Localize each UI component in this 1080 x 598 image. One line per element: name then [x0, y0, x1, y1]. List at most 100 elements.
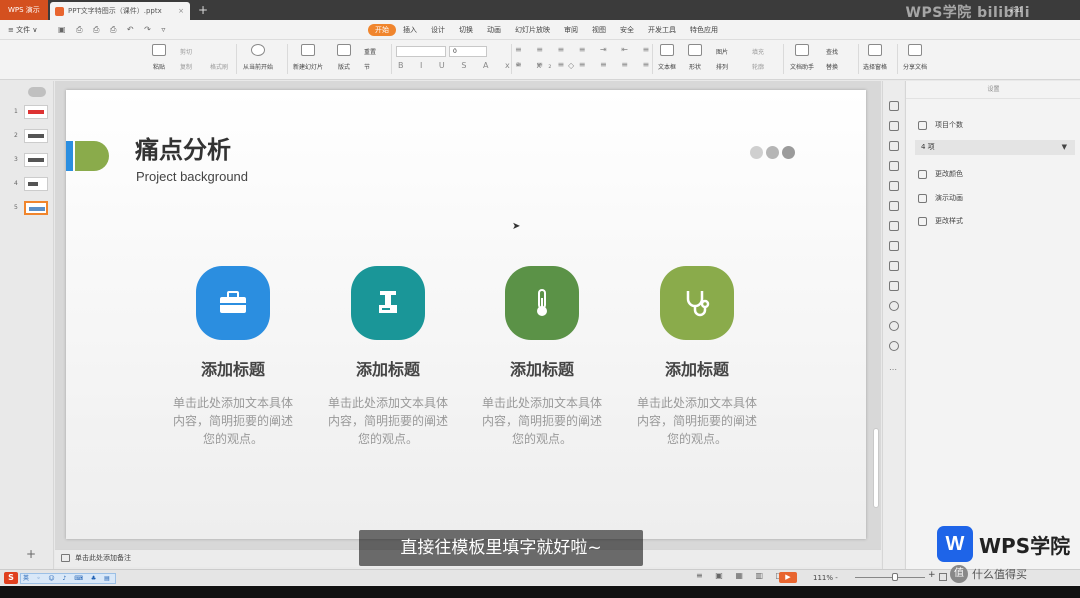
ribbon-tabs: 开始 插入 设计 切换 动画 幻灯片放映 审阅 视图 安全 开发工具 特色应用: [368, 24, 725, 36]
file-menu[interactable]: ≡ 文件 ∨: [8, 20, 37, 40]
title-bar: WPS 演示 PPT文字特图示（课件）.pptx × + 彩虹 WPS学院 bi…: [0, 0, 1080, 21]
input-method-bar[interactable]: S 英 ◦ ☺ ♪ ⌨ ♣ ▤: [4, 571, 116, 585]
new-slide-icon: [301, 44, 315, 56]
doc-assistant-button[interactable]: 文档助手: [790, 44, 814, 71]
shape-button[interactable]: 形状: [688, 44, 702, 71]
copy-icon[interactable]: [889, 121, 899, 131]
shape-icon[interactable]: [889, 141, 899, 151]
selection-pane-button[interactable]: 选择窗格: [863, 44, 887, 71]
thumbnail-slide-1[interactable]: 1: [0, 103, 54, 123]
change-color-option[interactable]: 更改颜色: [918, 169, 963, 179]
tab-review[interactable]: 审阅: [557, 24, 585, 36]
thumbnail-slide-4[interactable]: 4: [0, 175, 54, 195]
play-from-current-button[interactable]: 从当前开始: [243, 44, 273, 71]
paste-button[interactable]: 粘贴: [152, 44, 166, 71]
slide-title[interactable]: 痛点分析: [135, 130, 231, 165]
adjust-icon[interactable]: [889, 161, 899, 171]
record-icon[interactable]: [889, 301, 899, 311]
layout-icon: [337, 44, 351, 56]
thumbnail-slide-5[interactable]: 5: [0, 199, 54, 219]
favorite-icon[interactable]: [889, 201, 899, 211]
dot: [766, 146, 779, 159]
ribbon-divider: [652, 44, 653, 74]
add-slide-icon[interactable]: +: [26, 547, 36, 561]
outline-button[interactable]: 轮廓: [752, 62, 764, 71]
layout-button[interactable]: 版式: [337, 44, 351, 71]
document-tab[interactable]: PPT文字特图示（课件）.pptx ×: [50, 2, 190, 20]
thumbnail-slide-2[interactable]: 2: [0, 127, 54, 147]
quick-access-toolbar[interactable]: ▣ ⎙ ⎙ ⎙ ↶ ↷ ▿: [58, 20, 169, 40]
slide-canvas[interactable]: 痛点分析 Project background ➤ 添加标题 单击此处添加文本具…: [66, 90, 866, 539]
tab-security[interactable]: 安全: [613, 24, 641, 36]
slide-vertical-scrollbar[interactable]: [873, 428, 879, 508]
app-tab[interactable]: WPS 演示: [0, 0, 48, 20]
pane-toggle[interactable]: [28, 87, 46, 97]
layers-icon[interactable]: [889, 221, 899, 231]
arrange-button[interactable]: 排列: [716, 62, 728, 71]
ribbon-divider: [391, 44, 392, 74]
paragraph-buttons-row1[interactable]: ≡ ≡ ≡ ≡ ⇥ ⇤ ≡: [515, 45, 655, 54]
thumbnail-slide-3[interactable]: 3: [0, 151, 54, 171]
smzdm-watermark: 值 什么值得买: [950, 565, 1027, 583]
slideshow-play-button[interactable]: ▶: [779, 572, 797, 583]
fill-button[interactable]: 填充: [752, 47, 764, 56]
tab-home[interactable]: 开始: [368, 24, 396, 36]
zoom-level[interactable]: 111% -: [813, 571, 838, 585]
view-mode-buttons[interactable]: ≡ ▣ ▦ ▥ ◫: [696, 571, 788, 580]
find-button[interactable]: 查找: [826, 47, 838, 56]
font-size-select[interactable]: 0: [449, 46, 487, 57]
new-slide-button[interactable]: 新建幻灯片: [293, 44, 323, 71]
new-tab-button[interactable]: +: [198, 0, 208, 20]
help-icon[interactable]: [889, 341, 899, 351]
replace-button[interactable]: 替换: [826, 62, 838, 71]
tab-view[interactable]: 视图: [585, 24, 613, 36]
demo-animation-option[interactable]: 演示动画: [918, 193, 963, 203]
slide-thumbnail: [24, 105, 48, 119]
document-icon[interactable]: [889, 181, 899, 191]
feature-card-4[interactable]: 添加标题 单击此处添加文本具体内容，简明扼要的阐述您的观点。: [632, 266, 762, 448]
history-icon[interactable]: [889, 321, 899, 331]
star-icon[interactable]: [889, 101, 899, 111]
tab-transitions[interactable]: 切换: [452, 24, 480, 36]
zoom-slider-track[interactable]: [855, 577, 925, 578]
audio-icon[interactable]: [889, 281, 899, 291]
task-pane-header: 设置: [906, 81, 1080, 99]
tab-features[interactable]: 特色应用: [683, 24, 725, 36]
side-tool-strip: ⋯: [882, 81, 904, 569]
cut-button[interactable]: 剪切: [180, 47, 192, 56]
tab-insert[interactable]: 插入: [396, 24, 424, 36]
textbox-button[interactable]: 文本框: [658, 44, 676, 71]
change-style-option[interactable]: 更改样式: [918, 216, 963, 226]
share-document-button[interactable]: 分享文档: [903, 44, 927, 71]
shapes-icon: [688, 44, 702, 56]
picture-button[interactable]: 图片: [716, 47, 728, 56]
image-icon[interactable]: [889, 261, 899, 271]
card-title: 添加标题: [664, 360, 729, 379]
card-body: 单击此处添加文本具体内容，简明扼要的阐述您的观点。: [172, 396, 293, 446]
dot: [750, 146, 763, 159]
tab-animations[interactable]: 动画: [480, 24, 508, 36]
feature-card-3[interactable]: 添加标题 单击此处添加文本具体内容，简明扼要的阐述您的观点。: [477, 266, 607, 448]
export-icon[interactable]: [889, 241, 899, 251]
slide-thumbnail: [24, 177, 48, 191]
item-count-select[interactable]: 4 项 ▼: [915, 140, 1075, 155]
slide-subtitle[interactable]: Project background: [136, 169, 248, 184]
paragraph-buttons-row2[interactable]: ≡ ≡ ≡ ≡ ≡ ≡ ≡: [515, 60, 655, 69]
wps-logo-icon: W: [937, 526, 973, 562]
reset-button[interactable]: 重置: [364, 47, 376, 56]
tab-slideshow[interactable]: 幻灯片放映: [508, 24, 557, 36]
feature-card-1[interactable]: 添加标题 单击此处添加文本具体内容，简明扼要的阐述您的观点。: [168, 266, 298, 448]
fit-window-icon[interactable]: [939, 573, 947, 581]
close-tab-icon[interactable]: ×: [178, 2, 184, 20]
tab-design[interactable]: 设计: [424, 24, 452, 36]
selection-pane-icon: [868, 44, 882, 56]
feature-card-2[interactable]: 添加标题 单击此处添加文本具体内容，简明扼要的阐述您的观点。: [323, 266, 453, 448]
more-icon[interactable]: ⋯: [889, 365, 899, 375]
zoom-in-button[interactable]: +: [928, 570, 936, 580]
copy-button[interactable]: 复制: [180, 62, 192, 71]
format-painter-button[interactable]: 格式刷: [210, 62, 228, 71]
font-name-select[interactable]: [396, 46, 446, 57]
section-button[interactable]: 节: [364, 62, 370, 71]
zoom-slider-handle[interactable]: [892, 573, 898, 581]
tab-developer[interactable]: 开发工具: [641, 24, 683, 36]
